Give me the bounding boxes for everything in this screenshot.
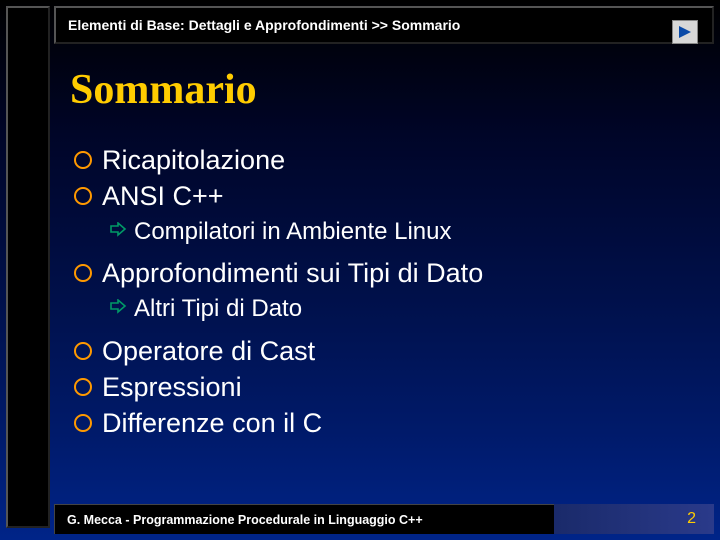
circle-bullet-icon — [74, 378, 92, 396]
list-item: Compilatori in Ambiente Linux — [108, 215, 700, 252]
footer-right: 2 — [554, 504, 714, 534]
circle-bullet-icon — [74, 151, 92, 169]
arrow-bullet-icon — [108, 218, 128, 252]
footer-bar: G. Mecca - Programmazione Procedurale in… — [54, 504, 714, 534]
page-number: 2 — [687, 510, 696, 528]
slide-content: Sommario Ricapitolazione ANSI C++ Compil… — [70, 56, 700, 442]
list-item: Ricapitolazione — [74, 142, 700, 178]
summary-list: Ricapitolazione ANSI C++ — [74, 142, 700, 215]
list-item-label: Approfondimenti sui Tipi di Dato — [102, 255, 483, 291]
list-item-label: Compilatori in Ambiente Linux — [134, 215, 452, 249]
list-item-label: Operatore di Cast — [102, 333, 315, 369]
list-item: Altri Tipi di Dato — [108, 292, 700, 329]
list-item: ANSI C++ — [74, 178, 700, 214]
list-item: Differenze con il C — [74, 405, 700, 441]
list-item: Approfondimenti sui Tipi di Dato — [74, 255, 700, 291]
list-item-label: ANSI C++ — [102, 178, 224, 214]
sublist: Compilatori in Ambiente Linux — [108, 215, 700, 252]
footer-text: G. Mecca - Programmazione Procedurale in… — [67, 513, 423, 527]
list-item-label: Altri Tipi di Dato — [134, 292, 302, 326]
list-item-label: Ricapitolazione — [102, 142, 285, 178]
list-item: Espressioni — [74, 369, 700, 405]
circle-bullet-icon — [74, 264, 92, 282]
arrow-bullet-icon — [108, 295, 128, 329]
page-title: Sommario — [70, 66, 700, 114]
list-item: Operatore di Cast — [74, 333, 700, 369]
sublist: Altri Tipi di Dato — [108, 292, 700, 329]
list-item-label: Espressioni — [102, 369, 242, 405]
next-slide-button[interactable] — [672, 20, 698, 44]
breadcrumb: Elementi di Base: Dettagli e Approfondim… — [68, 17, 460, 33]
footer-left: G. Mecca - Programmazione Procedurale in… — [54, 504, 554, 534]
play-icon — [677, 25, 693, 39]
circle-bullet-icon — [74, 414, 92, 432]
summary-list: Approfondimenti sui Tipi di Dato — [74, 255, 700, 291]
circle-bullet-icon — [74, 187, 92, 205]
left-decorative-strip — [6, 6, 50, 528]
summary-list: Operatore di Cast Espressioni Differenze… — [74, 333, 700, 442]
header-bar: Elementi di Base: Dettagli e Approfondim… — [54, 6, 714, 44]
circle-bullet-icon — [74, 342, 92, 360]
list-item-label: Differenze con il C — [102, 405, 322, 441]
